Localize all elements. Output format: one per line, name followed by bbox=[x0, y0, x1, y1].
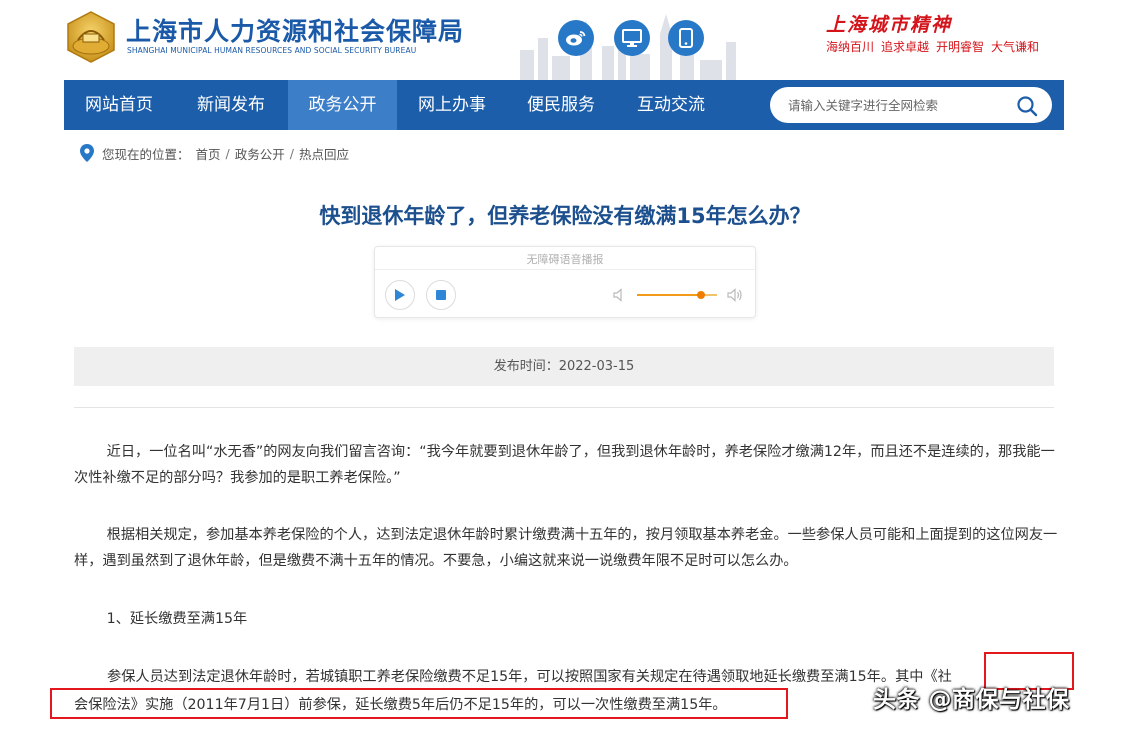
location-pin-icon bbox=[80, 144, 94, 162]
weibo-icon bbox=[566, 31, 586, 46]
search-input[interactable] bbox=[788, 95, 1008, 115]
bureau-logo-icon[interactable] bbox=[64, 10, 118, 64]
highlighted-text: 会保险法》实施（2011年7月1日）前参保，延长缴费5年后仍不足15年的，可以一… bbox=[74, 697, 727, 713]
main-nav: 网站首页 新闻发布 政务公开 网上办事 便民服务 互动交流 bbox=[64, 80, 1064, 130]
weibo-button[interactable] bbox=[558, 20, 594, 56]
article-title: 快到退休年龄了，但养老保险没有缴满15年怎么办？ bbox=[319, 204, 811, 228]
volume-slider[interactable] bbox=[637, 291, 717, 299]
mobile-button[interactable] bbox=[668, 20, 704, 56]
breadcrumb-gov-affairs[interactable]: 政务公开 bbox=[235, 144, 285, 163]
site-header: 上海市人力资源和社会保障局 SHANGHAI MUNICIPAL HUMAN R… bbox=[0, 0, 1130, 80]
player-divider bbox=[375, 269, 755, 270]
spirit-word: 大气谦和 bbox=[991, 40, 1040, 54]
breadcrumb-home[interactable]: 首页 bbox=[196, 144, 221, 163]
article-paragraph-line: 会保险法》实施（2011年7月1日）前参保，延长缴费5年后仍不足15年的，可以一… bbox=[74, 694, 727, 714]
nav-item-online-service[interactable]: 网上办事 bbox=[397, 80, 507, 130]
publish-time: 发布时间：2022-03-15 bbox=[74, 347, 1054, 386]
site-subtitle: SHANGHAI MUNICIPAL HUMAN RESOURCES AND S… bbox=[127, 46, 417, 55]
stop-button[interactable] bbox=[426, 280, 456, 310]
article-paragraph-line: 参保人员达到法定退休年龄时，若城镇职工养老保险缴费不足15年，可以按照国家有关规… bbox=[107, 666, 952, 686]
stop-icon bbox=[436, 290, 446, 300]
player-label: 无障碍语音播报 bbox=[526, 253, 604, 266]
nav-item-news[interactable]: 新闻发布 bbox=[174, 80, 288, 130]
play-button[interactable] bbox=[385, 280, 415, 310]
article-paragraph: 近日，一位名叫“水无香”的网友向我们留言咨询：“我今年就要到退休年龄了，但我到退… bbox=[74, 444, 1055, 486]
nav-item-gov-affairs[interactable]: 政务公开 bbox=[288, 80, 397, 130]
spirit-word: 海纳百川 bbox=[826, 40, 875, 54]
paragraph-text: 参保人员达到法定退休年龄时，若城镇职工养老保险缴费不足15年，可以按照国家有关规… bbox=[107, 669, 896, 685]
volume-low-icon[interactable] bbox=[613, 288, 627, 302]
nav-item-interaction[interactable]: 互动交流 bbox=[615, 80, 727, 130]
spirit-word: 开明睿智 bbox=[936, 40, 985, 54]
audio-player: 无障碍语音播报 bbox=[374, 246, 756, 318]
volume-thumb[interactable] bbox=[697, 291, 705, 299]
article-subheading: 1、延长缴费至满15年 bbox=[106, 611, 248, 627]
breadcrumb-separator: / bbox=[225, 145, 230, 161]
volume-fill bbox=[637, 294, 701, 296]
site-title[interactable]: 上海市人力资源和社会保障局 bbox=[126, 12, 464, 48]
mobile-icon bbox=[679, 28, 693, 48]
city-spirit-title: 上海城市精神 bbox=[826, 14, 953, 36]
desktop-icon bbox=[622, 29, 642, 47]
breadcrumb: 您现在的位置： 首页 / 政务公开 / 热点回应 bbox=[80, 143, 349, 163]
search-icon[interactable] bbox=[1016, 95, 1038, 117]
spirit-word: 追求卓越 bbox=[881, 40, 930, 54]
play-icon bbox=[395, 289, 405, 301]
nav-item-home[interactable]: 网站首页 bbox=[64, 80, 174, 130]
volume-high-icon[interactable] bbox=[727, 287, 743, 303]
watermark: 头条 @商保与社保 bbox=[873, 687, 1070, 713]
article-paragraph: 根据相关规定，参加基本养老保险的个人，达到法定退休年龄时累计缴费满十五年的，按月… bbox=[74, 527, 1058, 569]
nav-item-convenience[interactable]: 便民服务 bbox=[507, 80, 615, 130]
search-box bbox=[770, 87, 1052, 123]
city-spirit-words: 海纳百川 追求卓越 开明睿智 大气谦和 bbox=[826, 38, 1039, 55]
desktop-button[interactable] bbox=[614, 20, 650, 56]
breadcrumb-label: 您现在的位置： bbox=[102, 146, 190, 162]
divider bbox=[74, 407, 1054, 408]
breadcrumb-hot-response[interactable]: 热点回应 bbox=[299, 144, 349, 163]
breadcrumb-separator: / bbox=[289, 145, 294, 161]
